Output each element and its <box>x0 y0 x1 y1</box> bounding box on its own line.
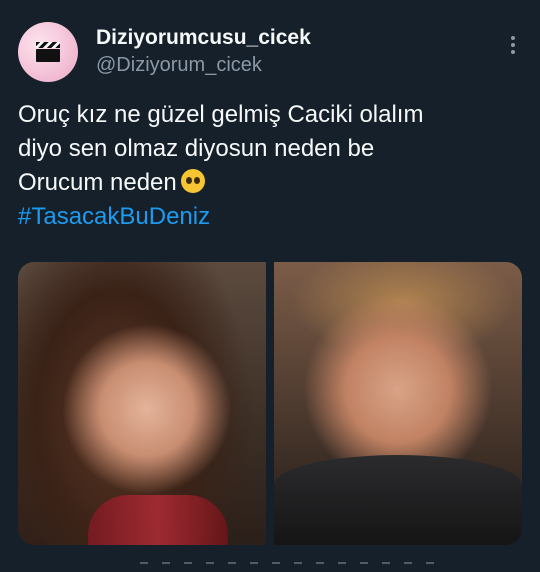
clapperboard-icon <box>36 42 60 62</box>
avatar[interactable] <box>18 22 78 82</box>
tweet-footer-partial <box>140 562 440 564</box>
tweet-text-line: Orucum neden <box>18 169 177 196</box>
media-grid <box>18 262 522 545</box>
photo-detail <box>88 495 228 545</box>
display-name[interactable]: Diziyorumcusu_cicek <box>96 26 311 50</box>
tweet-text: Oruç kız ne güzel gelmiş Caciki olalım d… <box>18 98 518 234</box>
tweet-text-line: diyo sen olmaz diyosun neden be <box>18 135 375 162</box>
photo-man[interactable] <box>274 262 522 545</box>
photo-detail <box>274 455 522 545</box>
more-options-icon[interactable] <box>510 36 516 58</box>
tweet-header: Diziyorumcusu_cicek @Diziyorum_cicek <box>18 20 522 84</box>
pleading-face-icon <box>180 169 205 193</box>
photo-woman[interactable] <box>18 262 266 545</box>
tweet-text-line-with-emoji: Orucum neden <box>18 166 518 200</box>
username-handle[interactable]: @Diziyorum_cicek <box>96 54 262 77</box>
tweet-text-line: Oruç kız ne güzel gelmiş Caciki olalım <box>18 101 424 128</box>
hashtag-link[interactable]: #TasacakBuDeniz <box>18 200 518 234</box>
